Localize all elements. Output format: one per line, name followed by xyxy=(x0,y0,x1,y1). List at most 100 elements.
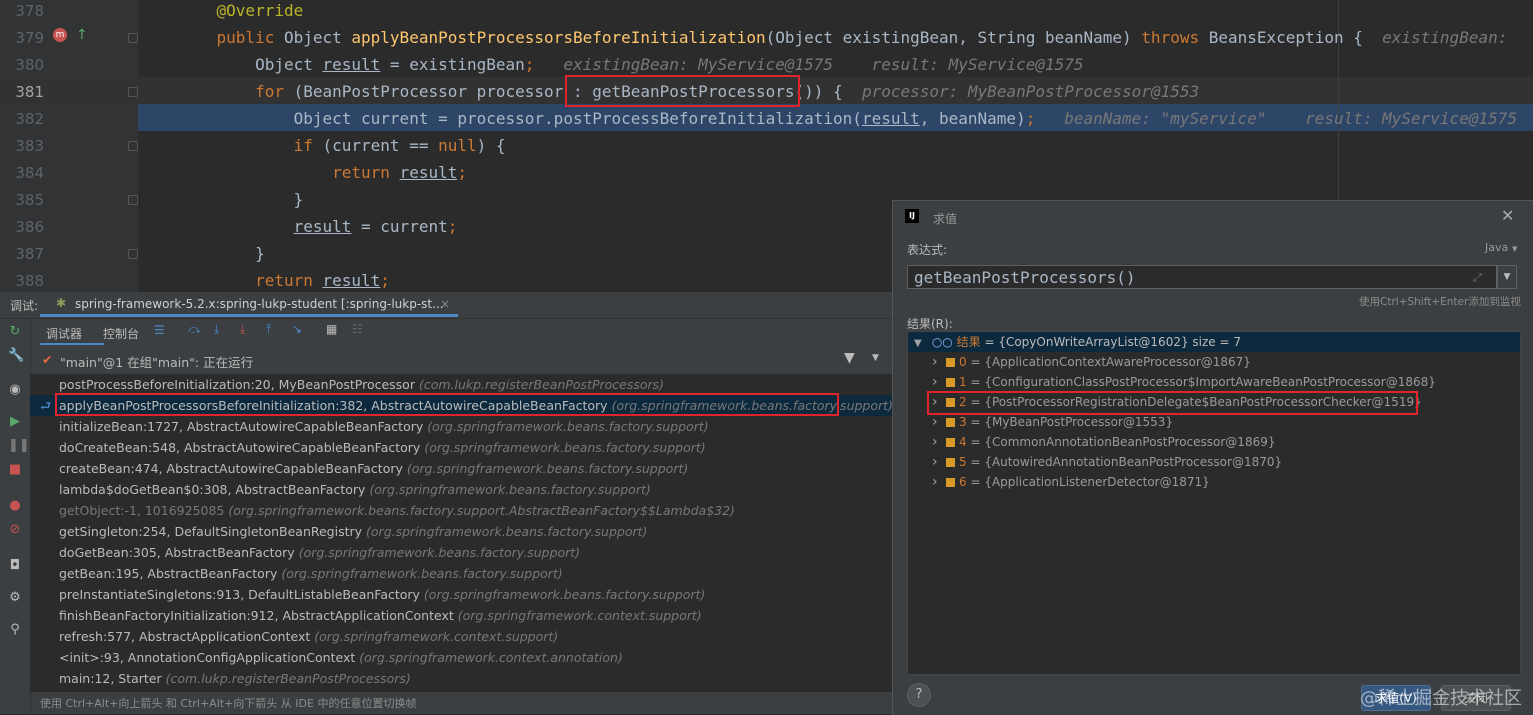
result-item[interactable]: › 1 = {ConfigurationClassPostProcessor$Im… xyxy=(908,372,1520,392)
fold-marker-icon[interactable] xyxy=(128,141,138,151)
frame-package: (org.springframework.beans.factory.suppo… xyxy=(281,566,563,581)
result-root-node[interactable]: ▼ ○○ 结果 = {CopyOnWriteArrayList@1602} si… xyxy=(908,332,1520,352)
chevron-right-icon[interactable]: › xyxy=(932,352,946,372)
chevron-down-icon[interactable]: ▼ xyxy=(872,353,879,363)
resume-icon[interactable]: ▶ xyxy=(8,415,22,429)
step-over-icon[interactable]: ⤼ xyxy=(188,322,201,337)
code-line[interactable]: Object result = existingBean; existingBe… xyxy=(178,55,1083,74)
code-line[interactable]: } xyxy=(178,244,265,263)
result-item[interactable]: › 5 = {AutowiredAnnotationBeanPostProcess… xyxy=(908,452,1520,472)
chevron-right-icon[interactable]: › xyxy=(932,472,946,492)
close-tab-icon[interactable]: × xyxy=(440,297,450,311)
mute-breakpoints-icon[interactable]: ⊘ xyxy=(8,523,22,537)
frame-method: lambda$doGetBean$0:308, AbstractBeanFact… xyxy=(59,482,366,497)
help-button[interactable]: ? xyxy=(907,683,931,707)
stack-frame[interactable]: refresh:577, AbstractApplicationContext … xyxy=(30,626,892,647)
fold-marker-icon[interactable] xyxy=(128,33,138,43)
gear-icon[interactable]: ⚙ xyxy=(8,591,22,605)
code-line[interactable]: result = current; xyxy=(178,217,458,236)
chevron-down-icon[interactable]: ▼ xyxy=(1512,245,1517,253)
chevron-right-icon[interactable]: › xyxy=(932,432,946,452)
fold-marker-icon[interactable] xyxy=(128,195,138,205)
tab-console[interactable]: 控制台 xyxy=(103,325,139,342)
code-token: Object xyxy=(178,55,323,74)
expression-input[interactable]: getBeanPostProcessors() xyxy=(907,265,1497,289)
frame-package: (org.springframework.beans.factory.suppo… xyxy=(427,419,709,434)
code-line[interactable]: return result; xyxy=(178,163,467,182)
expand-icon[interactable]: ⤢ xyxy=(1473,271,1482,285)
line-number[interactable]: 379 xyxy=(0,29,44,47)
chevron-right-icon[interactable]: › xyxy=(932,412,946,432)
stack-frame[interactable]: getObject:-1, 1016925085 (org.springfram… xyxy=(30,500,892,521)
result-item[interactable]: › 0 = {ApplicationContextAwareProcessor@1… xyxy=(908,352,1520,372)
line-number[interactable]: 384 xyxy=(0,164,44,182)
stack-frame[interactable]: doGetBean:305, AbstractBeanFactory (org.… xyxy=(30,542,892,563)
fold-marker-icon[interactable] xyxy=(128,87,138,97)
line-number[interactable]: 378 xyxy=(0,2,44,20)
root-label: 结果 xyxy=(956,335,981,349)
rerun-icon[interactable]: ↻ xyxy=(8,325,22,339)
stack-frame[interactable]: <init>:93, AnnotationConfigApplicationCo… xyxy=(30,647,892,668)
close-icon[interactable]: ✕ xyxy=(1501,206,1514,225)
dialog-title: 求值 xyxy=(933,212,958,226)
line-number[interactable]: 380 xyxy=(0,56,44,74)
line-number[interactable]: 386 xyxy=(0,218,44,236)
stack-frame[interactable]: doCreateBean:548, AbstractAutowireCapabl… xyxy=(30,437,892,458)
filter-icon[interactable]: ▼ xyxy=(844,350,855,366)
history-dropdown[interactable]: ▼ xyxy=(1497,265,1517,289)
code-token: ; xyxy=(524,55,535,74)
override-method-icon[interactable]: m xyxy=(53,28,67,42)
line-number[interactable]: 388 xyxy=(0,272,44,290)
code-line[interactable]: @Override xyxy=(178,1,304,20)
stack-frame[interactable]: getBean:195, AbstractBeanFactory (org.sp… xyxy=(30,563,892,584)
stack-frame[interactable]: createBean:474, AbstractAutowireCapableB… xyxy=(30,458,892,479)
pin-icon[interactable]: ⚲ xyxy=(8,623,22,637)
code-line[interactable]: } xyxy=(178,190,304,209)
tab-debugger[interactable]: 调试器 xyxy=(46,325,82,342)
fold-marker-icon[interactable] xyxy=(128,249,138,259)
line-number[interactable]: 382 xyxy=(0,110,44,128)
result-item[interactable]: › 6 = {ApplicationListenerDetector@1871} xyxy=(908,472,1520,492)
code-line[interactable]: Object current = processor.postProcessBe… xyxy=(178,109,1517,128)
thread-selector[interactable]: ✔ "main"@1 在组"main": 正在运行 ▼ ▼ xyxy=(30,348,892,372)
stack-frame[interactable]: main:12, Starter (com.lukp.registerBeanP… xyxy=(30,668,892,689)
code-line[interactable]: if (current == null) { xyxy=(178,136,506,155)
breakpoints-icon[interactable]: ● xyxy=(8,499,22,513)
stack-frame[interactable]: getSingleton:254, DefaultSingletonBeanRe… xyxy=(30,521,892,542)
session-tab[interactable]: spring-framework-5.2.x:spring-lukp-stude… xyxy=(75,297,444,311)
stack-frame[interactable]: finishBeanFactoryInitialization:912, Abs… xyxy=(30,605,892,626)
chevron-down-icon[interactable]: ▼ xyxy=(914,334,928,354)
run-to-cursor-icon[interactable]: ↘ xyxy=(292,322,302,336)
pause-icon[interactable]: ❚❚ xyxy=(8,439,30,453)
stack-frame[interactable]: preInstantiateSingletons:913, DefaultLis… xyxy=(30,584,892,605)
step-into-icon[interactable]: ⤓ xyxy=(214,322,219,337)
line-number[interactable]: 381 xyxy=(0,83,44,101)
line-number[interactable]: 383 xyxy=(0,137,44,155)
table-icon[interactable]: ▦ xyxy=(326,322,337,336)
step-out-icon[interactable]: ⤒ xyxy=(266,322,271,337)
stack-frame[interactable]: lambda$doGetBean$0:308, AbstractBeanFact… xyxy=(30,479,892,500)
force-step-into-icon[interactable]: ⤓ xyxy=(240,322,245,337)
trace-icon[interactable]: ☷ xyxy=(352,322,363,336)
camera-icon[interactable]: ◘ xyxy=(8,559,22,573)
stack-frame[interactable]: postProcessBeforeInitialization:20, MyBe… xyxy=(30,374,892,395)
settings-wrench-icon[interactable]: 🔧 xyxy=(8,349,24,363)
language-selector[interactable]: Java xyxy=(1485,241,1508,254)
frame-method: initializeBean:1727, AbstractAutowireCap… xyxy=(59,419,424,434)
layout-menu-icon[interactable]: ☰ xyxy=(154,323,165,337)
implements-arrow-icon[interactable]: ↑ xyxy=(76,27,88,43)
chevron-right-icon[interactable]: › xyxy=(932,372,946,392)
code-token: ; xyxy=(447,217,458,236)
result-item[interactable]: › 3 = {MyBeanPostProcessor@1553} xyxy=(908,412,1520,432)
frame-method: <init>:93, AnnotationConfigApplicationCo… xyxy=(59,650,356,665)
line-number[interactable]: 387 xyxy=(0,245,44,263)
chevron-right-icon[interactable]: › xyxy=(932,452,946,472)
code-line[interactable]: return result; xyxy=(178,271,390,290)
line-number[interactable]: 385 xyxy=(0,191,44,209)
result-item[interactable]: › 4 = {CommonAnnotationBeanPostProcessor@… xyxy=(908,432,1520,452)
view-breakpoints-eye-icon[interactable]: ◉ xyxy=(8,383,22,397)
code-line[interactable]: public Object applyBeanPostProcessorsBef… xyxy=(178,28,1517,47)
item-value: = {CommonAnnotationBeanPostProcessor@186… xyxy=(970,435,1276,449)
stack-frame[interactable]: initializeBean:1727, AbstractAutowireCap… xyxy=(30,416,892,437)
stop-icon[interactable]: ■ xyxy=(8,463,22,477)
